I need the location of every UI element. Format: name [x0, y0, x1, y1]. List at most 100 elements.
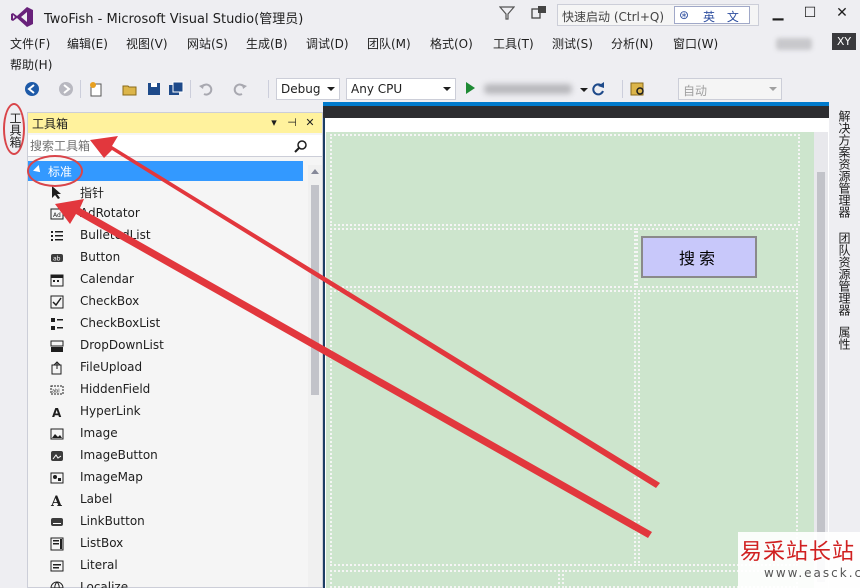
toolbox-item[interactable]: Localize — [28, 577, 308, 588]
search-button[interactable]: 搜索 — [641, 236, 757, 278]
menu-analyze[interactable]: 分析(N) — [611, 35, 653, 52]
toolbox-item[interactable]: ab Button — [28, 247, 308, 269]
toolbox-item[interactable]: LinkButton — [28, 511, 308, 533]
ime-indicator[interactable]: ⊛ 英 文 — [674, 6, 750, 24]
toolbox-item-label: Calendar — [80, 272, 134, 286]
menu-debug[interactable]: 调试(D) — [306, 35, 349, 52]
new-project-icon[interactable] — [88, 81, 104, 97]
menu-help[interactable]: 帮助(H) — [10, 56, 52, 73]
toolbox-search — [28, 135, 322, 157]
toolbox-item[interactable]: Image — [28, 423, 308, 445]
ime-icon: ⊛ — [679, 8, 690, 22]
search-icon[interactable] — [294, 139, 308, 153]
toolbox-item[interactable]: ImageMap — [28, 467, 308, 489]
open-file-icon[interactable] — [122, 81, 138, 97]
toolbox-item-label: LinkButton — [80, 514, 145, 528]
close-button[interactable]: ✕ — [828, 2, 856, 24]
menu-format[interactable]: 格式(O) — [430, 35, 473, 52]
menu-window[interactable]: 窗口(W) — [673, 35, 718, 52]
refresh-icon[interactable] — [590, 81, 606, 97]
menu-build[interactable]: 生成(B) — [246, 35, 288, 52]
toolbox-item[interactable]: BulletedList — [28, 225, 308, 247]
toolbox-item[interactable]: CheckBoxList — [28, 313, 308, 335]
checkbox-icon — [50, 295, 64, 309]
solution-platform-dropdown[interactable]: Any CPU — [346, 78, 456, 100]
checkboxlist-icon — [51, 318, 63, 330]
toolbox-scrollbar[interactable] — [308, 165, 322, 587]
editor-vertical-scrollbar[interactable] — [814, 132, 828, 588]
pin-icon[interactable]: ⊣ — [284, 115, 300, 131]
toolbox-item[interactable]: DropDownList — [28, 335, 308, 357]
pointer-icon — [52, 186, 61, 199]
tab-team-explorer[interactable]: 团队资源管理器 — [836, 232, 853, 316]
redo-icon[interactable] — [232, 81, 248, 97]
maximize-button[interactable]: ☐ — [796, 2, 824, 24]
window-position-dropdown-icon[interactable]: ▾ — [266, 115, 282, 131]
watermark-title: 易采站长站 — [740, 540, 856, 565]
calendar-icon — [50, 274, 64, 287]
menu-team[interactable]: 团队(M) — [367, 35, 411, 52]
image-icon — [50, 428, 64, 440]
find-in-files-icon[interactable] — [630, 81, 646, 97]
toolbox-item-label: Literal — [80, 558, 118, 572]
editor-scrollbar-thumb[interactable] — [817, 172, 825, 582]
toolbox-item-label: Button — [80, 250, 121, 264]
design-region-left-top[interactable] — [330, 228, 636, 288]
solution-configuration-value: Debug — [281, 82, 321, 96]
tab-solution-explorer[interactable]: 解决方案资源管理器 — [836, 110, 853, 218]
menu-tools[interactable]: 工具(T) — [493, 35, 534, 52]
toolbox-item[interactable]: A Label — [28, 489, 308, 511]
window-title: TwoFish - Microsoft Visual Studio(管理员) — [44, 12, 304, 27]
start-debugging-icon[interactable] — [466, 82, 475, 94]
solution-configuration-dropdown[interactable]: Debug — [276, 78, 340, 100]
toolbox-item[interactable]: CheckBox — [28, 291, 308, 313]
feedback-filter-icon[interactable] — [499, 5, 515, 21]
navigate-forward-icon[interactable] — [58, 81, 74, 97]
tab-properties[interactable]: 属性 — [836, 326, 853, 350]
menu-test[interactable]: 测试(S) — [552, 35, 593, 52]
toolbox-item[interactable]: FileUpload — [28, 357, 308, 379]
toolbox-item[interactable]: Calendar — [28, 269, 308, 291]
notifications-icon[interactable] — [530, 5, 548, 21]
run-target-label[interactable] — [484, 84, 572, 94]
design-region-left-main[interactable] — [330, 290, 636, 566]
design-region-header[interactable] — [330, 134, 800, 226]
scroll-up-icon[interactable] — [311, 169, 319, 174]
user-name[interactable] — [776, 38, 812, 50]
menu-edit[interactable]: 编辑(E) — [67, 35, 108, 52]
undo-icon[interactable] — [198, 81, 214, 97]
save-all-icon[interactable] — [168, 81, 184, 97]
auto-dropdown[interactable]: 自动 — [678, 78, 782, 100]
avatar[interactable]: XY — [832, 33, 856, 50]
close-icon[interactable]: ✕ — [302, 115, 318, 131]
toolbox-item-label: CheckBox — [80, 294, 140, 308]
toolbox-search-input[interactable] — [30, 137, 292, 155]
toolbox-scrollbar-thumb[interactable] — [311, 185, 319, 395]
quick-launch-input[interactable]: 快速启动 (Ctrl+Q) ⊛ 英 文 — [557, 4, 759, 26]
watermark-url: www.easck.com — [764, 566, 860, 580]
navigate-back-icon[interactable] — [24, 81, 40, 97]
imagebutton-icon — [51, 451, 63, 461]
design-region-footer-left[interactable] — [330, 570, 560, 588]
save-icon[interactable] — [146, 81, 162, 97]
svg-text:A: A — [52, 406, 62, 419]
toolbox-item-label: Localize — [80, 580, 129, 588]
design-region-right-main[interactable] — [638, 290, 798, 566]
menu-file[interactable]: 文件(F) — [10, 35, 50, 52]
toolbar-separator — [190, 80, 191, 98]
left-tab-strip — [0, 102, 27, 588]
adrotator-icon: Ad — [50, 208, 64, 220]
minimize-button[interactable]: ▁ — [764, 2, 792, 24]
toolbox-item[interactable]: abl HiddenField — [28, 379, 308, 401]
toolbox-item[interactable]: Literal — [28, 555, 308, 577]
toolbox-item-label: BulletedList — [80, 228, 151, 242]
menu-website[interactable]: 网站(S) — [187, 35, 228, 52]
toolbox-item[interactable]: Ad AdRotator — [28, 203, 308, 225]
svg-text:Ad: Ad — [53, 212, 61, 219]
toolbox-item-label: FileUpload — [80, 360, 143, 374]
toolbox-item[interactable]: A HyperLink — [28, 401, 308, 423]
toolbox-item[interactable]: ImageButton — [28, 445, 308, 467]
toolbox-item[interactable]: ListBox — [28, 533, 308, 555]
menu-view[interactable]: 视图(V) — [126, 35, 168, 52]
watermark: 易采站长站 www.easck.com — [738, 532, 860, 588]
